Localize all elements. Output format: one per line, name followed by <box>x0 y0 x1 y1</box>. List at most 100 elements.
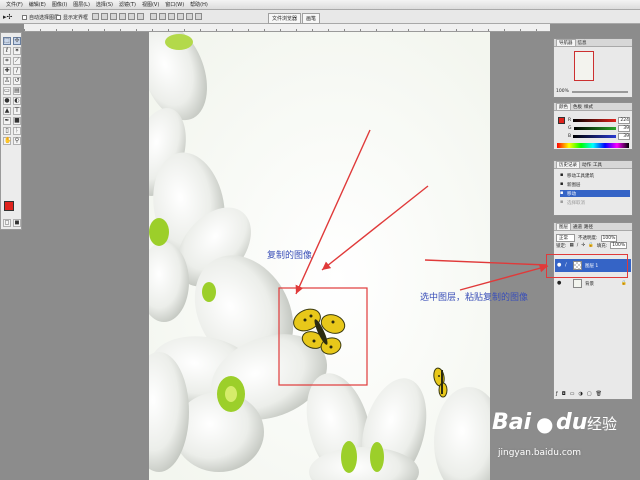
new-set-icon[interactable]: ▭ <box>570 391 575 397</box>
eraser-tool-icon[interactable]: ▭ <box>3 87 11 95</box>
history-brush-icon[interactable]: ↺ <box>13 77 21 85</box>
healing-brush-icon[interactable]: ✚ <box>3 67 11 75</box>
shape-tool-icon[interactable]: ■ <box>13 117 21 125</box>
tab-file-browser[interactable]: 文件浏览器 <box>268 13 302 24</box>
tab-swatches[interactable]: 色板 <box>573 104 582 110</box>
tab-info[interactable]: 信息 <box>578 40 587 46</box>
hand-tool-icon[interactable]: ✋ <box>3 137 11 145</box>
marquee-tool-icon[interactable]: ⬚ <box>3 37 11 45</box>
dodge-tool-icon[interactable]: ◐ <box>13 97 21 105</box>
menu-view[interactable]: 视图(V) <box>142 1 159 8</box>
color-channel-slider[interactable] <box>573 118 616 122</box>
tab-history[interactable]: 历史记录 <box>556 161 580 168</box>
menu-filter[interactable]: 滤镜(T) <box>119 1 136 8</box>
tab-channels[interactable]: 通道 <box>573 224 582 230</box>
align-left-icon[interactable] <box>119 13 126 20</box>
auto-select-checkbox[interactable] <box>22 15 27 20</box>
layer-style-icon[interactable]: ƒ <box>556 391 558 397</box>
color-channel-b[interactable]: B 39 <box>568 132 630 140</box>
foreground-color-swatch[interactable] <box>4 201 14 211</box>
tab-brushes[interactable]: 画笔 <box>302 13 321 24</box>
navigator-thumbnail[interactable] <box>574 51 594 81</box>
menu-select[interactable]: 选择(S) <box>96 1 113 8</box>
color-fg-swatch[interactable] <box>558 117 565 124</box>
lock-all-icon[interactable]: 🔒 <box>588 243 594 248</box>
document-canvas[interactable] <box>149 32 490 480</box>
color-channel-value[interactable]: 224 <box>618 116 630 124</box>
layers-panel: 图层 通道 路径 正常 不透明度: 100% 锁定: ▦ ∕ ✢ 🔒 填充: 1… <box>553 222 633 400</box>
menu-help[interactable]: 帮助(H) <box>190 1 208 8</box>
slice-tool-icon[interactable]: ⟋ <box>13 57 21 65</box>
adjustment-layer-icon[interactable]: ◑ <box>578 391 582 397</box>
lock-transparency-icon[interactable]: ▦ <box>570 243 574 248</box>
color-ramp[interactable] <box>557 143 629 148</box>
move-tool-icon[interactable]: ✢ <box>13 37 21 45</box>
crop-tool-icon[interactable]: ⌗ <box>3 57 11 65</box>
add-mask-icon[interactable]: ◘ <box>562 391 566 397</box>
zoom-tool-icon[interactable]: ⚲ <box>13 137 21 145</box>
layers-tabs: 图层 通道 路径 <box>554 223 632 231</box>
show-bounds-checkbox[interactable] <box>56 15 61 20</box>
history-item-selected[interactable]: ▪ 移动 <box>560 190 630 197</box>
delete-layer-icon[interactable]: 🗑 <box>596 391 602 397</box>
distribute-middle-icon[interactable] <box>159 13 166 20</box>
tab-navigator[interactable]: 导航器 <box>556 39 576 46</box>
color-channel-slider[interactable] <box>573 134 616 138</box>
blend-mode-select[interactable]: 正常 <box>556 234 575 242</box>
history-item[interactable]: ▪ 选择取消 <box>560 199 630 206</box>
zoom-slider[interactable] <box>572 91 628 93</box>
lasso-tool-icon[interactable]: ℓ <box>3 47 11 55</box>
align-right-icon[interactable] <box>137 13 144 20</box>
menu-file[interactable]: 文件(F) <box>6 1 23 8</box>
align-bottom-icon[interactable] <box>110 13 117 20</box>
tab-actions[interactable]: 动作 <box>582 162 591 168</box>
tab-tools[interactable]: 工具 <box>593 162 602 168</box>
menu-window[interactable]: 窗口(W) <box>165 1 184 8</box>
standard-mode-icon[interactable]: ◻ <box>3 219 11 227</box>
color-channel-g[interactable]: G 39 <box>568 124 630 132</box>
type-tool-icon[interactable]: T <box>13 107 21 115</box>
tab-paths[interactable]: 路径 <box>584 224 593 230</box>
distribute-bottom-icon[interactable] <box>168 13 175 20</box>
clone-stamp-icon[interactable]: ♙ <box>3 77 11 85</box>
layer-row-background[interactable]: ● 背景 🔒 <box>555 277 631 290</box>
new-layer-icon[interactable]: ▢ <box>587 391 592 397</box>
align-middle-icon[interactable] <box>101 13 108 20</box>
tab-color[interactable]: 颜色 <box>556 103 571 110</box>
align-top-icon[interactable] <box>92 13 99 20</box>
visibility-eye-icon[interactable]: ● <box>557 281 562 286</box>
fill-value[interactable]: 100% <box>610 242 628 249</box>
gradient-tool-icon[interactable]: ▤ <box>13 87 21 95</box>
distribute-left-icon[interactable] <box>177 13 184 20</box>
opacity-value[interactable]: 100% <box>600 234 618 242</box>
distribute-right-icon[interactable] <box>195 13 202 20</box>
menu-layer[interactable]: 图层(L) <box>73 1 90 8</box>
pen-tool-icon[interactable]: ✒ <box>3 117 11 125</box>
eyedropper-tool-icon[interactable]: ᚿ <box>13 127 21 135</box>
move-tool-preset-icon[interactable]: ▸✢ <box>3 13 12 21</box>
blur-tool-icon[interactable]: ● <box>3 97 11 105</box>
show-bounds-option[interactable]: 显示定界框 <box>56 14 88 21</box>
menu-edit[interactable]: 编辑(E) <box>29 1 46 8</box>
tab-layers[interactable]: 图层 <box>556 223 571 230</box>
history-item[interactable]: ▪ 新图层 <box>560 181 630 188</box>
path-select-icon[interactable]: ▲ <box>3 107 11 115</box>
quick-mask-icon[interactable]: ◼ <box>13 219 21 227</box>
auto-select-layer-option[interactable]: 自动选择图层 <box>22 14 59 21</box>
magic-wand-tool-icon[interactable]: ✶ <box>13 47 21 55</box>
notes-tool-icon[interactable]: ▯ <box>3 127 11 135</box>
zoom-level[interactable]: 100% <box>556 89 569 94</box>
distribute-center-icon[interactable] <box>186 13 193 20</box>
color-channel-value[interactable]: 39 <box>618 132 630 140</box>
color-channel-value[interactable]: 39 <box>618 124 630 132</box>
brush-tool-icon[interactable]: ∕ <box>13 67 21 75</box>
tab-styles[interactable]: 样式 <box>584 104 593 110</box>
menu-image[interactable]: 图像(I) <box>52 1 67 8</box>
lock-image-icon[interactable]: ∕ <box>577 243 579 248</box>
align-center-icon[interactable] <box>128 13 135 20</box>
color-channel-slider[interactable] <box>573 126 616 130</box>
lock-position-icon[interactable]: ✢ <box>581 243 585 248</box>
color-channel-r[interactable]: R 224 <box>568 116 630 124</box>
distribute-top-icon[interactable] <box>150 13 157 20</box>
history-item[interactable]: ▪ 移动工具建筑 <box>560 172 630 179</box>
